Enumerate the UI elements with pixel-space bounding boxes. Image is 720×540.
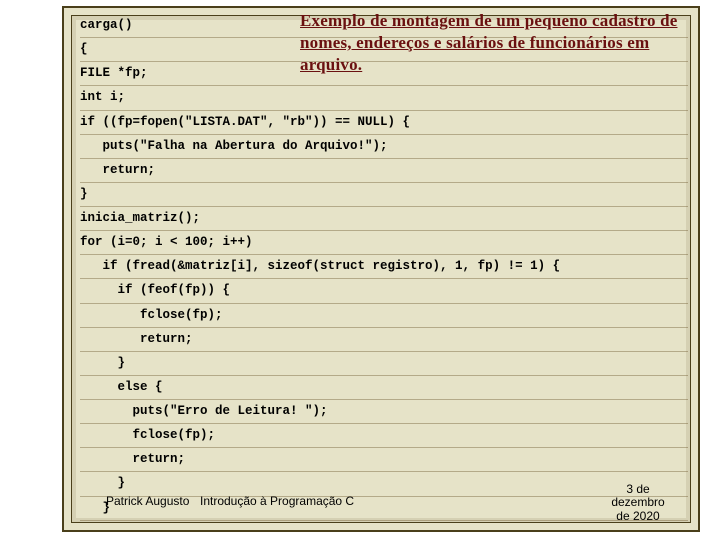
code-line: puts("Falha na Abertura do Arquivo!"); <box>80 135 688 159</box>
code-line: fclose(fp); <box>80 304 688 328</box>
code-line: if (feof(fp)) { <box>80 279 688 303</box>
code-line: if ((fp=fopen("LISTA.DAT", "rb")) == NUL… <box>80 111 688 135</box>
code-line: int i; <box>80 86 688 110</box>
footer-author: Patrick Augusto <box>106 494 189 508</box>
code-line: fclose(fp); <box>80 424 688 448</box>
code-line: inicia_matriz(); <box>80 207 688 231</box>
code-block: carga(){FILE *fp;int i;if ((fp=fopen("LI… <box>80 14 688 521</box>
code-line: puts("Erro de Leitura! "); <box>80 400 688 424</box>
slide-heading: Exemplo de montagem de um pequeno cadast… <box>300 10 690 76</box>
footer-date-l2: dezembro <box>611 495 664 509</box>
code-line: for (i=0; i < 100; i++) <box>80 231 688 255</box>
code-line: else { <box>80 376 688 400</box>
footer-date-l1: 3 de <box>626 482 649 496</box>
code-line: return; <box>80 328 688 352</box>
code-line: return; <box>80 448 688 472</box>
footer-date: 3 de dezembro de 2020 <box>598 483 678 524</box>
code-line: } <box>80 352 688 376</box>
footer-title: Introdução à Programação C <box>200 494 354 508</box>
code-line: } <box>80 472 688 496</box>
footer-date-l3: de 2020 <box>616 509 659 523</box>
code-line: if (fread(&matriz[i], sizeof(struct regi… <box>80 255 688 279</box>
code-line: } <box>80 183 688 207</box>
code-line: return; <box>80 159 688 183</box>
